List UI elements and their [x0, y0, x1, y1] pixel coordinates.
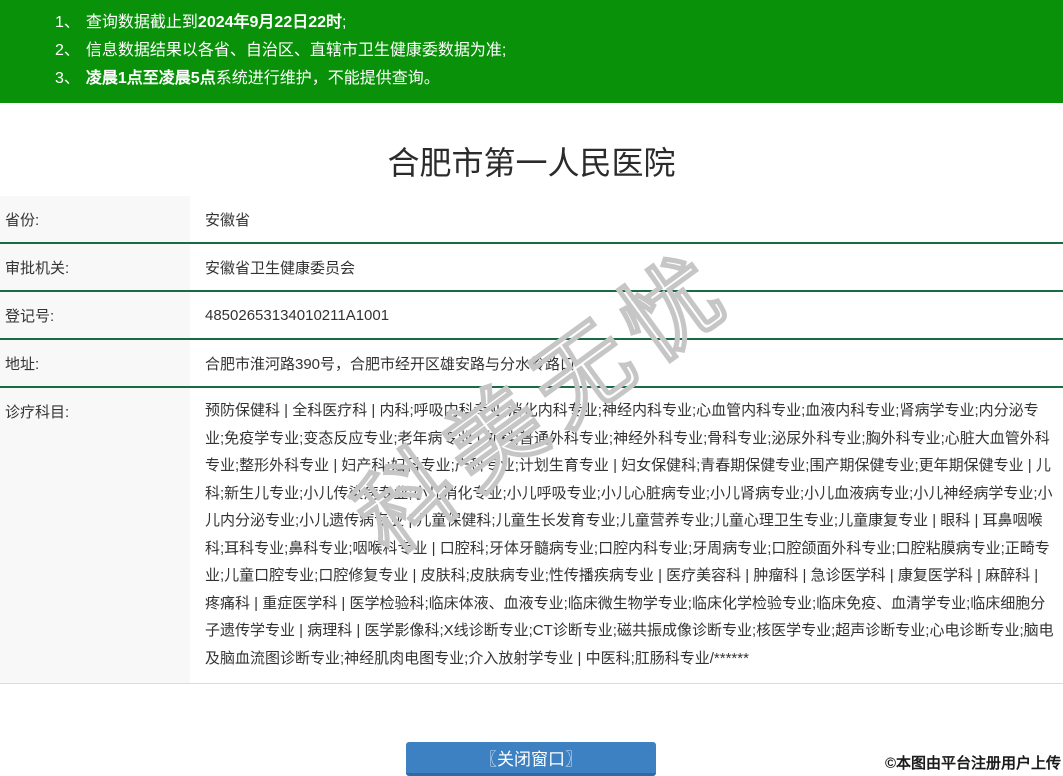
notice-banner: 1、 查询数据截止到2024年9月22日22时; 2、 信息数据结果以各省、自治区、…: [0, 0, 1063, 103]
table-row: 地址: 合肥市淮河路390号，合肥市经开区雄安路与分水岭路口: [0, 340, 1063, 388]
row-value: 安徽省卫生健康委员会: [205, 259, 356, 277]
row-value: 预防保健科 | 全科医疗科 | 内科;呼吸内科专业;消化内科专业;神经内科专业;…: [205, 402, 1054, 667]
notice-text: 信息数据结果以各省、自治区、直辖市卫生健康委数据为准;: [85, 42, 507, 59]
notice-number: 3、: [55, 70, 80, 87]
notice-item: 1、 查询数据截止到2024年9月22日22时;: [55, 9, 1053, 37]
notice-item: 3、 凌晨1点至凌晨5点系统进行维护，不能提供查询。: [55, 65, 1053, 93]
notice-number: 2、: [55, 42, 80, 59]
row-value: 48502653134010211A1001: [205, 306, 390, 324]
notice-number: 1、: [55, 14, 80, 31]
close-window-button[interactable]: 〖关闭窗口〗: [406, 742, 656, 776]
row-label: 地址:: [0, 340, 190, 386]
notice-item: 2、 信息数据结果以各省、自治区、直辖市卫生健康委数据为准;: [55, 37, 1053, 65]
table-row: 省份: 安徽省: [0, 196, 1063, 244]
row-value: 合肥市淮河路390号，合肥市经开区雄安路与分水岭路口: [205, 355, 576, 373]
page-title: 合肥市第一人民医院: [387, 145, 676, 181]
row-value: 安徽省: [205, 211, 251, 229]
table-row: 诊疗科目: 预防保健科 | 全科医疗科 | 内科;呼吸内科专业;消化内科专业;神…: [0, 388, 1063, 684]
row-label: 登记号:: [0, 292, 190, 338]
notice-text: 查询数据截止到2024年9月22日22时;: [85, 14, 347, 31]
table-row: 审批机关: 安徽省卫生健康委员会: [0, 244, 1063, 292]
row-label: 审批机关:: [0, 244, 190, 290]
notice-list: 1、 查询数据截止到2024年9月22日22时; 2、 信息数据结果以各省、自治区、…: [55, 9, 1053, 93]
notice-text: 凌晨1点至凌晨5点系统进行维护，不能提供查询。: [85, 70, 440, 87]
row-label: 诊疗科目:: [0, 388, 190, 683]
row-label: 省份:: [0, 196, 190, 242]
hospital-info-table: 省份: 安徽省 审批机关: 安徽省卫生健康委员会 登记号: 4850265313…: [0, 196, 1063, 684]
table-row: 登记号: 48502653134010211A1001: [0, 292, 1063, 340]
upload-credit-label: ©本图由平台注册用户上传: [884, 755, 1061, 772]
